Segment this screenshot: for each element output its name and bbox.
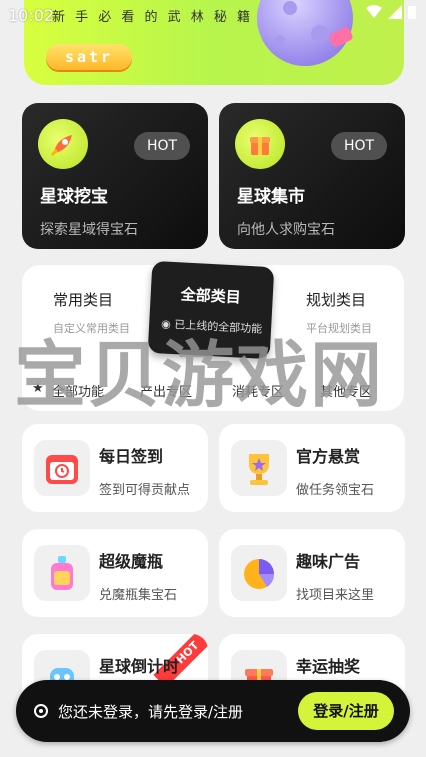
pie-chart-icon [231,545,287,601]
hot-badge: HOT [134,132,190,160]
login-register-button[interactable]: 登录/注册 [298,692,394,730]
feature-super-bottle[interactable]: 超级魔瓶 兑魔瓶集宝石 [22,529,208,617]
feature-subtitle: 签到可得贡献点 [99,483,191,498]
rocket-icon [38,119,88,169]
feature-subtitle: 找项目来这里 [296,588,375,603]
all-categories-label: 全部类目 [180,285,242,307]
status-time: 10:02 [8,6,55,25]
card-planet-market[interactable]: HOT 星球集市 向他人求购宝石 [219,103,405,249]
bottle-icon [34,545,90,601]
feature-subtitle: 做任务领宝石 [296,483,375,498]
feature-title: 趣味广告 [296,552,361,571]
login-prompt-bar: 您还未登录，请先登录/注册 登录/注册 [16,680,410,742]
card-title: 星球集市 [237,187,305,207]
wifi-icon [366,5,382,18]
card-subtitle: 探索星域得宝石 [40,222,138,238]
info-icon [34,704,48,718]
card-subtitle: 向他人求购宝石 [237,222,335,238]
tab-common-categories[interactable]: 常用类目 [53,289,113,310]
trophy-icon [231,440,287,496]
card-planet-dig[interactable]: HOT 星球挖宝 探索星域得宝石 [22,103,208,249]
feature-title: 每日签到 [99,447,164,466]
banner-start-button[interactable]: satr [46,44,132,70]
calendar-icon [34,440,90,496]
feature-fun-ads[interactable]: 趣味广告 找项目来这里 [219,529,405,617]
feature-title: 幸运抽奖 [296,657,361,676]
gift-box-icon [235,119,285,169]
hot-badge: HOT [331,132,387,160]
feature-daily-checkin[interactable]: 每日签到 签到可得贡献点 [22,424,208,512]
signal-icon [388,5,402,19]
tab-planned-categories[interactable]: 规划类目 [306,289,366,310]
feature-title: 星球倒计时 [99,657,180,676]
feature-title: 超级魔瓶 [99,552,164,571]
login-message: 您还未登录，请先登录/注册 [58,703,244,721]
feature-title: 官方悬赏 [296,447,361,466]
status-bar: 10:02 [0,0,426,30]
status-icons [366,5,416,19]
battery-icon [408,6,416,19]
card-title: 星球挖宝 [40,187,108,207]
watermark: 宝贝游戏网 [14,333,385,417]
feature-subtitle: 兑魔瓶集宝石 [99,588,178,603]
feature-official-bounty[interactable]: 官方悬赏 做任务领宝石 [219,424,405,512]
